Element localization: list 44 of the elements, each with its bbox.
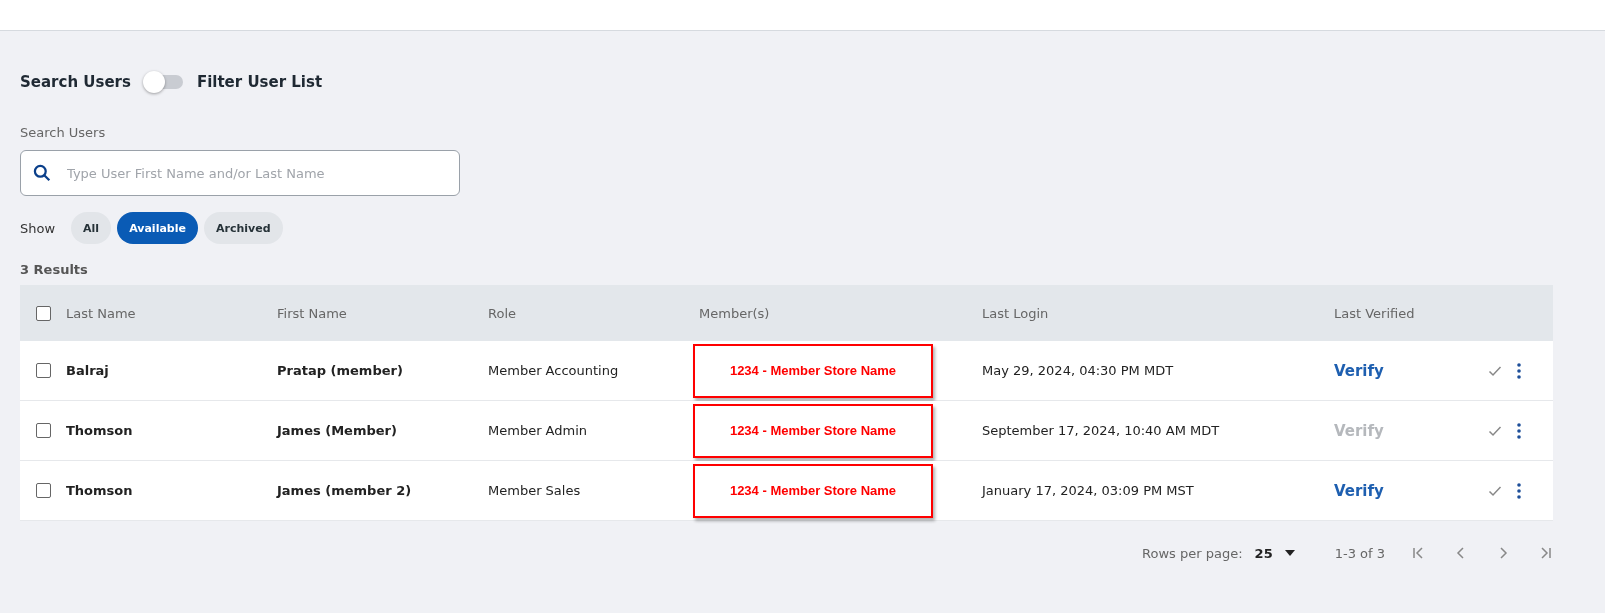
table-cell-text: Member Accounting — [488, 363, 620, 378]
table-cell-text: Pratap (member) — [277, 363, 404, 378]
results-count: 3 Results — [20, 262, 89, 277]
rows-per-page-label: Rows per page: — [1142, 545, 1243, 561]
column-header: Last Login — [982, 305, 1050, 321]
field-label: Search Users — [20, 125, 107, 140]
table-cell-text: James (member 2) — [277, 483, 413, 498]
highlighted-cell: 1234 - Member Store Name — [693, 403, 933, 458]
highlighted-cell: 1234 - Member Store Name — [693, 463, 933, 518]
column-header: First Name — [277, 305, 348, 321]
table-cell-text: James (Member) — [277, 423, 398, 438]
row-checkbox[interactable] — [36, 363, 51, 378]
table-cell-text: Thomson — [66, 423, 134, 438]
row-checkbox[interactable] — [36, 423, 51, 438]
more-icon[interactable] — [1517, 482, 1521, 499]
highlighted-cell: 1234 - Member Store Name — [693, 343, 933, 398]
filter-chip[interactable]: Archived — [203, 212, 283, 244]
verify-link[interactable]: Verify — [1334, 481, 1384, 500]
page-range: 1-3 of 3 — [1334, 545, 1385, 561]
more-icon[interactable] — [1517, 362, 1521, 379]
table-cell-text: Member Admin — [488, 423, 589, 438]
filter-chip[interactable]: Available — [117, 212, 198, 244]
more-icon[interactable] — [1517, 422, 1521, 439]
table-cell-text: Thomson — [66, 483, 134, 498]
rows-per-page-select[interactable]: 25 — [1254, 545, 1273, 561]
column-header: Member(s) — [699, 305, 771, 321]
row-checkbox[interactable] — [36, 483, 51, 498]
column-header: Last Verified — [1334, 305, 1416, 321]
verify-link[interactable]: Verify — [1334, 361, 1384, 380]
column-header: Last Name — [66, 305, 137, 321]
select-all-checkbox[interactable] — [36, 305, 51, 321]
search-field[interactable]: Type User First Name and/or Last Name — [20, 150, 460, 196]
filter-chip[interactable]: All — [71, 212, 112, 244]
filter-label: Show — [20, 220, 56, 236]
toggle-label: Filter User List — [196, 73, 323, 91]
column-header: Role — [488, 305, 517, 321]
table-cell-text: Balraj — [66, 363, 110, 378]
table-cell-text: January 17, 2024, 03:09 PM MST — [982, 483, 1195, 498]
dropdown-icon[interactable] — [1284, 550, 1295, 556]
toggle-label: Search Users — [20, 73, 131, 91]
table-cell-text: September 17, 2024, 10:40 AM MDT — [982, 423, 1221, 438]
table-cell-text: Member Sales — [488, 483, 582, 498]
search-icon — [33, 164, 51, 182]
table-cell-text: May 29, 2024, 04:30 PM MDT — [982, 363, 1175, 378]
